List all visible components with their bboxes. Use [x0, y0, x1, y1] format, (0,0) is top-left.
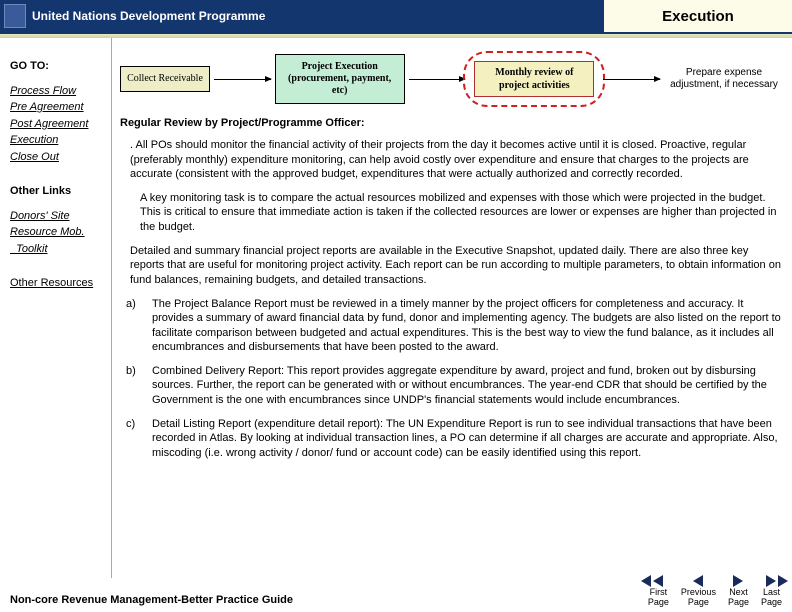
link-process-flow[interactable]: Process Flow: [10, 83, 105, 100]
nav-label: First Page: [648, 588, 669, 608]
list-marker: c): [126, 417, 152, 460]
nav-first-page[interactable]: First Page: [648, 575, 669, 608]
footer: Non-core Revenue Management-Better Pract…: [0, 576, 792, 608]
flow-prepare-adjustment: Prepare expense adjustment, if necessary: [664, 67, 784, 91]
paragraph: A key monitoring task is to compare the …: [140, 191, 784, 234]
arrow-icon: [409, 79, 466, 80]
link-execution[interactable]: Execution: [10, 132, 105, 149]
goto-heading: GO TO:: [10, 58, 105, 75]
flow-project-execution: Project Execution (procurement, payment,…: [275, 54, 405, 104]
undp-logo: [4, 4, 26, 28]
paragraph: Detailed and summary financial project r…: [130, 244, 784, 287]
main-area: GO TO: Process Flow Pre Agreement Post A…: [0, 38, 792, 578]
link-post-agreement[interactable]: Post Agreement: [10, 116, 105, 133]
nav-previous-page[interactable]: Previous Page: [681, 575, 716, 608]
list-marker: a): [126, 297, 152, 354]
list-text: The Project Balance Report must be revie…: [152, 297, 784, 354]
goto-links: Process Flow Pre Agreement Post Agreemen…: [10, 83, 105, 166]
flow-monthly-review: Monthly review of project activities: [474, 61, 594, 97]
org-name: United Nations Development Programme: [32, 9, 265, 23]
list-item: a) The Project Balance Report must be re…: [126, 297, 784, 354]
page-title: Execution: [602, 0, 792, 32]
link-pre-agreement[interactable]: Pre Agreement: [10, 99, 105, 116]
last-page-icon: [766, 575, 776, 587]
other-links-heading: Other Links: [10, 183, 105, 200]
link-donors-site[interactable]: Donors' Site: [10, 208, 105, 225]
list-item: c) Detail Listing Report (expenditure de…: [126, 417, 784, 460]
process-flow: Collect Receivable Project Execution (pr…: [120, 54, 784, 104]
link-close-out[interactable]: Close Out: [10, 149, 105, 166]
list-text: Detail Listing Report (expenditure detai…: [152, 417, 784, 460]
link-toolkit[interactable]: Toolkit: [10, 241, 105, 258]
nav-next-page[interactable]: Next Page: [728, 575, 749, 608]
flow-monthly-review-wrap: Monthly review of project activities: [469, 57, 599, 101]
previous-page-icon: [693, 575, 703, 587]
link-other-resources[interactable]: Other Resources: [10, 275, 105, 292]
other-links: Donors' Site Resource Mob. Toolkit: [10, 208, 105, 258]
list-text: Combined Delivery Report: This report pr…: [152, 364, 784, 407]
paragraph: . All POs should monitor the financial a…: [130, 138, 784, 181]
footer-title: Non-core Revenue Management-Better Pract…: [0, 594, 648, 608]
sidebar: GO TO: Process Flow Pre Agreement Post A…: [0, 38, 112, 578]
section-heading: Regular Review by Project/Programme Offi…: [120, 116, 784, 130]
header-brand: United Nations Development Programme: [0, 0, 602, 32]
next-page-icon: [733, 575, 743, 587]
first-page-icon: [653, 575, 663, 587]
nav-last-page[interactable]: Last Page: [761, 575, 782, 608]
link-resource-mob[interactable]: Resource Mob.: [10, 224, 105, 241]
flow-collect-receivable: Collect Receivable: [120, 66, 210, 92]
content: Collect Receivable Project Execution (pr…: [112, 38, 792, 578]
nav-label: Previous Page: [681, 588, 716, 608]
arrow-icon: [214, 79, 271, 80]
app-header: United Nations Development Programme Exe…: [0, 0, 792, 34]
nav-label: Next Page: [728, 588, 749, 608]
list-item: b) Combined Delivery Report: This report…: [126, 364, 784, 407]
nav-label: Last Page: [761, 588, 782, 608]
page-nav: First Page Previous Page Next Page Last …: [648, 575, 792, 608]
arrow-icon: [603, 79, 660, 80]
list-marker: b): [126, 364, 152, 407]
